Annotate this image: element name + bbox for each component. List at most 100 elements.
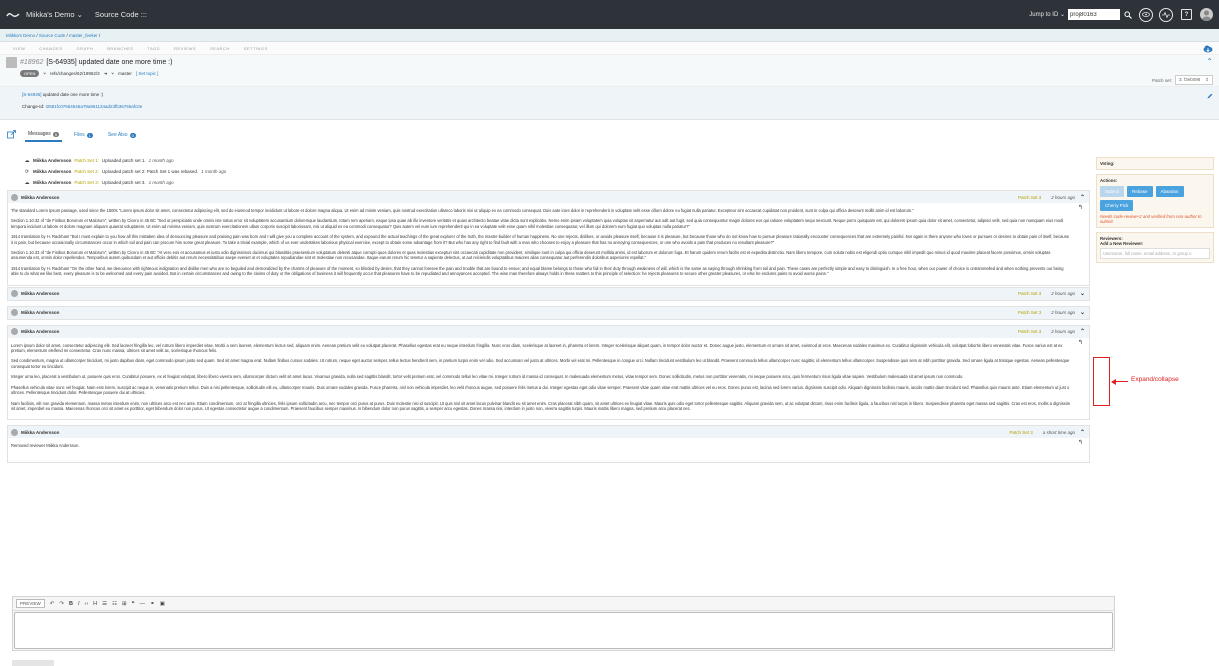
source-code-menu[interactable]: Source Code ::: [95, 10, 147, 19]
files-count: 1 [86, 132, 93, 138]
tab-settings[interactable]: SETTINGS [244, 46, 268, 51]
annotation-label: Expand/collapse [1131, 376, 1179, 383]
message-patch-set[interactable]: Patch Set 3 [1018, 195, 1041, 200]
rebase-button[interactable]: Rebase [1127, 186, 1153, 197]
chevron-up-icon[interactable]: ⌃ [1206, 57, 1213, 66]
tab-reviews[interactable]: REVIEWS [174, 46, 196, 51]
bold-icon[interactable]: B [69, 601, 73, 607]
message-time: 2 hours ago [1051, 194, 1075, 200]
tab-branches[interactable]: BRANCHES [107, 46, 133, 51]
message-author: Miikka Andersson [21, 429, 60, 435]
tab-messages[interactable]: Messages 5 [25, 128, 63, 142]
patch-set-selector: Patch set: 3: f3eb098 ⇕ [1152, 75, 1213, 85]
message-header[interactable]: Miikka Andersson Patch Set 3 2 hours ago… [8, 191, 1089, 203]
message-author: Miikka Andersson [21, 291, 60, 297]
heading-icon[interactable]: H [93, 601, 97, 607]
post-button[interactable] [12, 660, 54, 666]
tab-view[interactable]: VIEW [13, 46, 25, 51]
activity-icon[interactable] [1159, 7, 1173, 22]
message-patch-set[interactable]: Patch Set 3 [1009, 430, 1032, 435]
patch-set-select[interactable]: 3: f3eb098 ⇕ [1175, 75, 1213, 85]
tab-files[interactable]: Files 1 [71, 129, 96, 141]
submit-button[interactable]: Submit [1100, 186, 1125, 197]
search-icon[interactable] [1122, 9, 1133, 20]
annotation-highlight-box [1093, 357, 1110, 406]
help-icon[interactable]: ? [1181, 9, 1192, 20]
app-logo-icon[interactable] [6, 11, 20, 19]
breadcrumb-item-workspace[interactable]: Miikka's Demo [6, 33, 35, 38]
cloud-download-icon[interactable] [1203, 44, 1213, 54]
message-header[interactable]: Miikka Andersson Patch Set 3 2 hours ago… [8, 287, 1089, 300]
chevron-up-icon[interactable]: ⌃ [1079, 194, 1086, 201]
avatar [11, 328, 18, 336]
message-patch-set[interactable]: Patch Set 3 [1018, 291, 1041, 296]
bullet-list-icon[interactable]: ☰ [102, 601, 107, 607]
code-icon[interactable]: ‹› [85, 601, 89, 607]
message-header[interactable]: Miikka Andersson Patch Set 3 2 hours ago… [8, 325, 1089, 338]
issue-link[interactable]: [S-64935] [22, 92, 42, 97]
messages-panel: ☁ Miikka Andersson Patch Set 1: Uploaded… [7, 155, 1090, 463]
pencil-icon[interactable] [1207, 93, 1213, 99]
message-header[interactable]: Miikka Andersson Patch Set 3 2 hours ago… [8, 306, 1089, 319]
italic-icon[interactable]: I [78, 601, 80, 607]
change-header: #18962 [S-64935] updated date one more t… [0, 55, 1219, 87]
tab-graph[interactable]: GRAPH [77, 46, 94, 51]
arrow-right-icon: ➜ [103, 70, 108, 76]
reply-icon[interactable]: ↰ [1078, 205, 1083, 211]
upload-icon: ☁ [24, 157, 30, 164]
comment-textarea[interactable] [14, 612, 1113, 649]
change-ref: refs/changes/62/18962/3 [50, 71, 100, 76]
reviewers-box: Reviewers: Add a New Reviewer: Username,… [1096, 232, 1214, 263]
tab-see-also[interactable]: See Also 0 [105, 129, 139, 141]
eye-icon[interactable] [1139, 7, 1153, 22]
link-icon[interactable]: ⚭ [150, 601, 155, 607]
set-topic-link[interactable]: [ Set topic ] [136, 71, 159, 76]
editor-toolbar: PREVIEW ↶ ↷ B I ‹› H ☰ ☷ ⊞ ❝ — ⚭ ▣ [13, 597, 1114, 611]
horizontal-rule-icon[interactable]: — [140, 601, 146, 607]
jump-to-id-input[interactable] [1068, 9, 1120, 20]
jump-to-id-label[interactable]: Jump to ID ⌄ [1029, 11, 1065, 18]
tab-changes[interactable]: CHANGES [39, 46, 62, 51]
quote-icon[interactable]: ❝ [132, 601, 135, 607]
chevron-down-icon[interactable]: ⌄ [1079, 290, 1086, 297]
reply-icon[interactable]: ↰ [1078, 340, 1083, 346]
add-reviewer-label: Add a New Reviewer: [1100, 241, 1144, 246]
message-header[interactable]: Miikka Andersson Patch Set 3 a short tim… [8, 426, 1089, 439]
workspace-menu[interactable]: Miikka's Demo ⌄ [26, 10, 83, 19]
tab-tags[interactable]: TAGS [147, 46, 160, 51]
undo-icon[interactable]: ↶ [50, 601, 55, 607]
table-icon[interactable]: ⊞ [122, 601, 127, 607]
submit-requirement-warning: Needs code-review+2 and verified from no… [1100, 214, 1202, 224]
external-link-icon[interactable] [7, 129, 16, 141]
redo-icon[interactable]: ↷ [59, 601, 64, 607]
breadcrumb: Miikka's Demo / Source Code / master_fee… [0, 29, 1219, 42]
breadcrumb-item-repository[interactable]: master_feeker [69, 33, 98, 38]
avatar [11, 193, 18, 201]
chevron-up-icon[interactable]: ⌃ [1079, 328, 1086, 335]
message-card: Miikka Andersson Patch Set 3 2 hours ago… [7, 305, 1090, 320]
abandon-button[interactable]: Abandon [1155, 186, 1184, 197]
change-id-row: Change-Id: I2581fc07564646a79a961134ad23… [22, 104, 143, 109]
breadcrumb-item-source-code[interactable]: Source Code [39, 33, 65, 38]
add-reviewer-input[interactable]: Username, full name, email address, or g… [1100, 248, 1210, 259]
change-number[interactable]: #18962 [20, 59, 43, 66]
image-icon[interactable]: ▣ [160, 601, 165, 607]
activity-item: ⟳ Miikka Andersson Patch Set 2: Uploaded… [24, 168, 227, 175]
message-patch-set[interactable]: Patch Set 3 [1018, 329, 1041, 334]
git-branch-icon: ⑂ [43, 71, 47, 76]
user-avatar[interactable] [1200, 8, 1213, 21]
chevron-down-icon[interactable]: ⌄ [1079, 309, 1086, 316]
preview-button[interactable]: PREVIEW [16, 599, 45, 608]
message-card: Miikka Andersson Patch Set 3 2 hours ago… [7, 190, 1090, 286]
chevron-up-icon[interactable]: ⌃ [1079, 429, 1086, 436]
select-arrows-icon: ⇕ [1205, 77, 1209, 82]
reply-icon[interactable]: ↰ [1078, 440, 1083, 446]
change-id-link[interactable]: I2581fc07564646a79a961134ad23fb36766afc0… [46, 104, 143, 109]
cherry-pick-button[interactable]: Cherry Pick [1100, 200, 1134, 211]
numbered-list-icon[interactable]: ☷ [112, 601, 117, 607]
message-patch-set[interactable]: Patch Set 3 [1018, 310, 1041, 315]
action-buttons: Submit Rebase Abandon Cherry Pick [1100, 186, 1210, 211]
commit-summary: [S-64935] updated date one more time :) [22, 92, 104, 97]
tab-search[interactable]: SEARCH [210, 46, 230, 51]
message-author: Miikka Andersson [21, 329, 60, 335]
